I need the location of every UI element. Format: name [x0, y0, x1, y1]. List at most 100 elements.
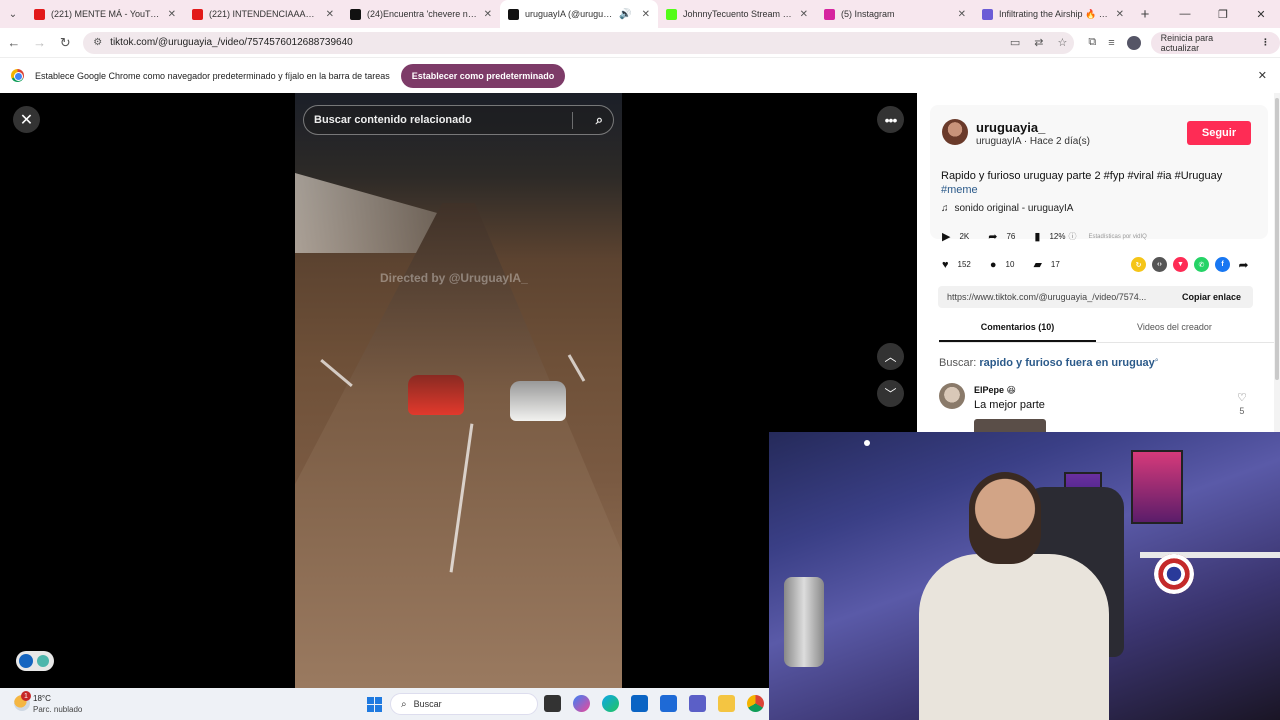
creator-avatar[interactable] — [942, 119, 968, 145]
embed-icon[interactable]: ‹› — [1152, 257, 1167, 272]
search-suggestion-link[interactable]: rapido y furioso fuera en uruguay — [979, 357, 1154, 369]
new-tab-button[interactable]: + — [1132, 6, 1158, 23]
panel-scrollbar[interactable] — [1274, 93, 1280, 432]
task-view-icon[interactable] — [544, 695, 561, 712]
saves-stat[interactable]: ▰ 17 — [1033, 258, 1059, 271]
scrollbar-thumb[interactable] — [1275, 98, 1279, 380]
more-options-button[interactable]: ••• — [877, 106, 904, 133]
extensions-icon[interactable]: ⧉ — [1088, 36, 1096, 49]
tab-tiktok-search[interactable]: (24)Encuentra 'chevere negron' ✕ — [342, 0, 500, 28]
site-info-icon[interactable]: ⚙ — [93, 37, 102, 48]
game-icon — [982, 8, 993, 20]
copilot-icon[interactable] — [573, 695, 590, 712]
more-share-arrow-icon[interactable]: ➦ — [1236, 257, 1251, 272]
comment-avatar[interactable] — [939, 383, 965, 409]
youtube-icon — [192, 8, 203, 20]
repost-icon[interactable]: ↻ — [1131, 257, 1146, 272]
facebook-icon[interactable]: f — [1215, 257, 1230, 272]
video-link-text[interactable]: https://www.tiktok.com/@uruguayia_/video… — [947, 292, 1146, 302]
close-infobar-icon[interactable]: ✕ — [1258, 69, 1267, 82]
retention-stat: ▮ 12% ⓘ — [1034, 230, 1076, 243]
url-text[interactable]: tiktok.com/@uruguayia_/video/75745760126… — [110, 37, 1003, 48]
reading-list-icon[interactable]: ≡ — [1108, 37, 1114, 49]
cast-icon[interactable]: ▭ — [1010, 36, 1020, 49]
heart-icon: ♥ — [942, 258, 949, 271]
store-icon[interactable] — [660, 695, 677, 712]
follow-button[interactable]: Seguir — [1187, 121, 1251, 145]
hashtag-meme[interactable]: #meme — [941, 184, 978, 196]
close-window-icon[interactable]: ✕ — [1242, 0, 1280, 28]
tab-youtube-mente-ma[interactable]: (221) MENTE MÁ - YouTube ✕ — [26, 0, 184, 28]
search-icon[interactable]: ⌕ — [596, 112, 603, 128]
tab-search-chevron-icon[interactable]: ⌄ — [0, 0, 26, 28]
close-tab-icon[interactable]: ✕ — [800, 9, 808, 20]
sound-link[interactable]: ♫ sonido original - uruguayIA — [941, 203, 1073, 214]
video-player[interactable]: Buscar contenido relacionado ⌕ Directed … — [295, 93, 622, 688]
close-tab-icon[interactable]: ✕ — [326, 9, 334, 20]
likes-stat[interactable]: ♥ 152 — [942, 259, 971, 271]
bookmark-star-icon[interactable]: ☆ — [1058, 36, 1068, 49]
back-icon[interactable]: ← — [2, 31, 26, 55]
reload-icon[interactable]: ↻ — [53, 31, 77, 55]
forward-icon[interactable]: → — [28, 31, 52, 55]
restore-icon[interactable]: ❐ — [1204, 0, 1242, 28]
play-icon — [19, 654, 33, 668]
related-search-suggestion: Buscar: rapido y furioso fuera en urugua… — [939, 357, 1159, 369]
address-bar[interactable]: ⚙ tiktok.com/@uruguayia_/video/757457601… — [83, 31, 1075, 54]
bar-chart-icon: ▮ — [1034, 231, 1041, 243]
set-default-button[interactable]: Establecer como predeterminado — [400, 63, 566, 88]
tab-kick-johnnytecuento[interactable]: JohnnyTecuento Stream - Watch ✕ — [658, 0, 816, 28]
creator-username[interactable]: uruguayia_ — [976, 120, 1045, 135]
tab-instagram[interactable]: (5) Instagram ✕ — [816, 0, 974, 28]
bookmark-icon: ▰ — [1033, 259, 1042, 271]
creator-subline: uruguayIA · Hace 2 día(s) — [976, 136, 1090, 147]
close-tab-icon[interactable]: ✕ — [642, 9, 650, 20]
speaker-icon[interactable]: 🔊 — [619, 9, 631, 20]
tab-youtube-intendencia[interactable]: (221) INTENDENCIAAAAA | CLIP ✕ — [184, 0, 342, 28]
update-button[interactable]: Reinicia para actualizar ⋮ — [1150, 31, 1280, 54]
poster-right — [1131, 450, 1183, 524]
close-tab-icon[interactable]: ✕ — [168, 9, 176, 20]
next-video-button[interactable]: ﹀ — [877, 380, 904, 407]
menu-dots-icon[interactable]: ⋮ — [1261, 37, 1270, 48]
info-icon[interactable]: ⓘ — [1068, 231, 1076, 242]
copy-link-button[interactable]: Copiar enlace — [1182, 292, 1241, 302]
tab-creator-videos[interactable]: Videos del creador — [1096, 315, 1253, 342]
close-tab-icon[interactable]: ✕ — [958, 9, 966, 20]
taskbar-search[interactable]: ⌕ Buscar — [390, 693, 538, 715]
comments-stat[interactable]: ● 10 — [990, 259, 1015, 271]
related-search-bar[interactable]: Buscar contenido relacionado ⌕ — [303, 105, 614, 135]
close-tab-icon[interactable]: ✕ — [484, 9, 492, 20]
weather-description[interactable]: Parc. nublado — [33, 705, 82, 714]
outlook-icon[interactable] — [631, 695, 648, 712]
teams-icon[interactable] — [689, 695, 706, 712]
tab-label: (5) Instagram — [841, 9, 895, 19]
profile-avatar[interactable] — [1126, 35, 1141, 50]
tab-tiktok-uruguayia[interactable]: uruguayIA (@uruguayia_) | TikTok 🔊 ✕ — [500, 0, 658, 28]
minimize-icon[interactable]: — — [1166, 0, 1204, 28]
whatsapp-icon[interactable]: ✆ — [1194, 257, 1209, 272]
plays-stat: ▶ 2K — [942, 230, 969, 243]
translate-icon[interactable]: ⇄ — [1034, 36, 1043, 49]
extension-widget[interactable] — [16, 651, 54, 671]
edge-icon[interactable] — [602, 695, 619, 712]
comment-image[interactable] — [974, 419, 1046, 432]
shield-decoration — [1154, 554, 1194, 594]
tab-infiltrating-airship[interactable]: Infiltrating the Airship 🔥 Juego ✕ — [974, 0, 1132, 28]
tab-strip: ⌄ (221) MENTE MÁ - YouTube ✕ (221) INTEN… — [0, 0, 1280, 28]
previous-video-button[interactable]: ︿ — [877, 343, 904, 370]
tab-comments[interactable]: Comentarios (10) — [939, 315, 1096, 342]
send-to-friends-icon[interactable]: ▼ — [1173, 257, 1188, 272]
tab-label: (221) MENTE MÁ - YouTube — [51, 9, 162, 19]
comment-like[interactable]: ♡ 5 — [1237, 391, 1247, 416]
chrome-icon[interactable] — [747, 695, 764, 712]
file-explorer-icon[interactable] — [718, 695, 735, 712]
weather-temperature[interactable]: 18°C — [33, 694, 51, 703]
taskbar-search-label: Buscar — [413, 699, 442, 709]
close-tab-icon[interactable]: ✕ — [1116, 9, 1124, 20]
tab-label: Infiltrating the Airship 🔥 Juego — [999, 8, 1110, 19]
lane-marking — [567, 354, 586, 382]
start-button[interactable] — [367, 697, 382, 712]
comment-username[interactable]: ElPepe 😆 — [974, 385, 1016, 396]
close-video-button[interactable]: ✕ — [13, 106, 40, 133]
